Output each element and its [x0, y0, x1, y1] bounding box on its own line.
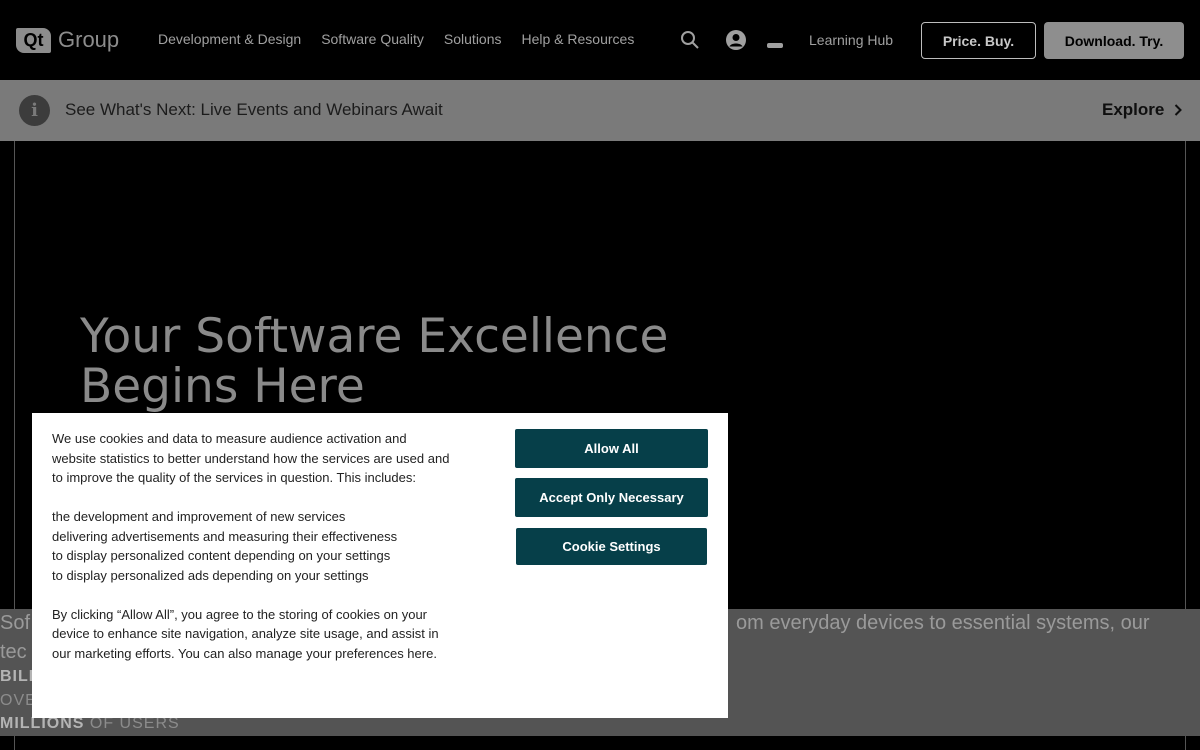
qt-group-logo[interactable]: Qt Group [16, 27, 119, 53]
cookie-item: the development and improvement of new s… [52, 509, 346, 524]
stats-text-left-2: tec [0, 641, 27, 663]
nav-development-design[interactable]: Development & Design [158, 31, 301, 47]
stats-description-right: om everyday devices to essential systems… [736, 609, 1176, 638]
cookie-item: delivering advertisements and measuring … [52, 528, 398, 544]
logo-text: Group [58, 27, 120, 52]
announcement-banner: i See What's Next: Live Events and Webin… [0, 80, 1200, 141]
hero-title-line-1: Your Software Excellence [80, 309, 669, 364]
stats-text-left-1: Sof [0, 612, 31, 634]
chevron-right-icon [1175, 104, 1183, 116]
hero-title: Your Software Excellence Begins Here [80, 312, 720, 412]
top-navigation-bar: Qt Group Development & Design Software Q… [0, 0, 1200, 80]
nav-help-resources[interactable]: Help & Resources [522, 31, 635, 47]
cookie-item: to display personalized ads depending on… [52, 567, 369, 583]
logo-mark: Qt [16, 27, 51, 53]
cookie-intro: We use cookies and data to measure audie… [52, 431, 450, 485]
allow-all-button[interactable]: Allow All [515, 429, 708, 468]
nav-software-quality[interactable]: Software Quality [321, 31, 424, 47]
main-nav: Development & Design Software Quality So… [158, 31, 634, 47]
search-icon[interactable] [680, 30, 700, 50]
cookie-consent-dialog: We use cookies and data to measure audie… [32, 413, 728, 718]
download-try-button[interactable]: Download. Try. [1044, 22, 1184, 59]
explore-link[interactable]: Explore [1102, 100, 1183, 120]
user-icon[interactable] [725, 29, 747, 51]
explore-label: Explore [1102, 100, 1165, 119]
info-icon: i [19, 95, 50, 126]
minus-icon[interactable] [767, 43, 783, 48]
nav-solutions[interactable]: Solutions [444, 31, 502, 47]
cookie-closing: By clicking “Allow All”, you agree to th… [52, 606, 439, 661]
cookie-text: We use cookies and data to measure audie… [52, 429, 452, 663]
accept-only-necessary-button[interactable]: Accept Only Necessary [515, 478, 708, 517]
learning-hub-link[interactable]: Learning Hub [809, 32, 893, 48]
hero-title-line-2: Begins Here [80, 359, 365, 414]
stats-text-right: om everyday devices to essential systems… [736, 612, 1150, 634]
cookie-item: to display personalized content dependin… [52, 548, 391, 563]
cookie-settings-button[interactable]: Cookie Settings [516, 528, 707, 565]
announcement-text: See What's Next: Live Events and Webinar… [65, 100, 443, 119]
price-buy-button[interactable]: Price. Buy. [921, 22, 1036, 59]
